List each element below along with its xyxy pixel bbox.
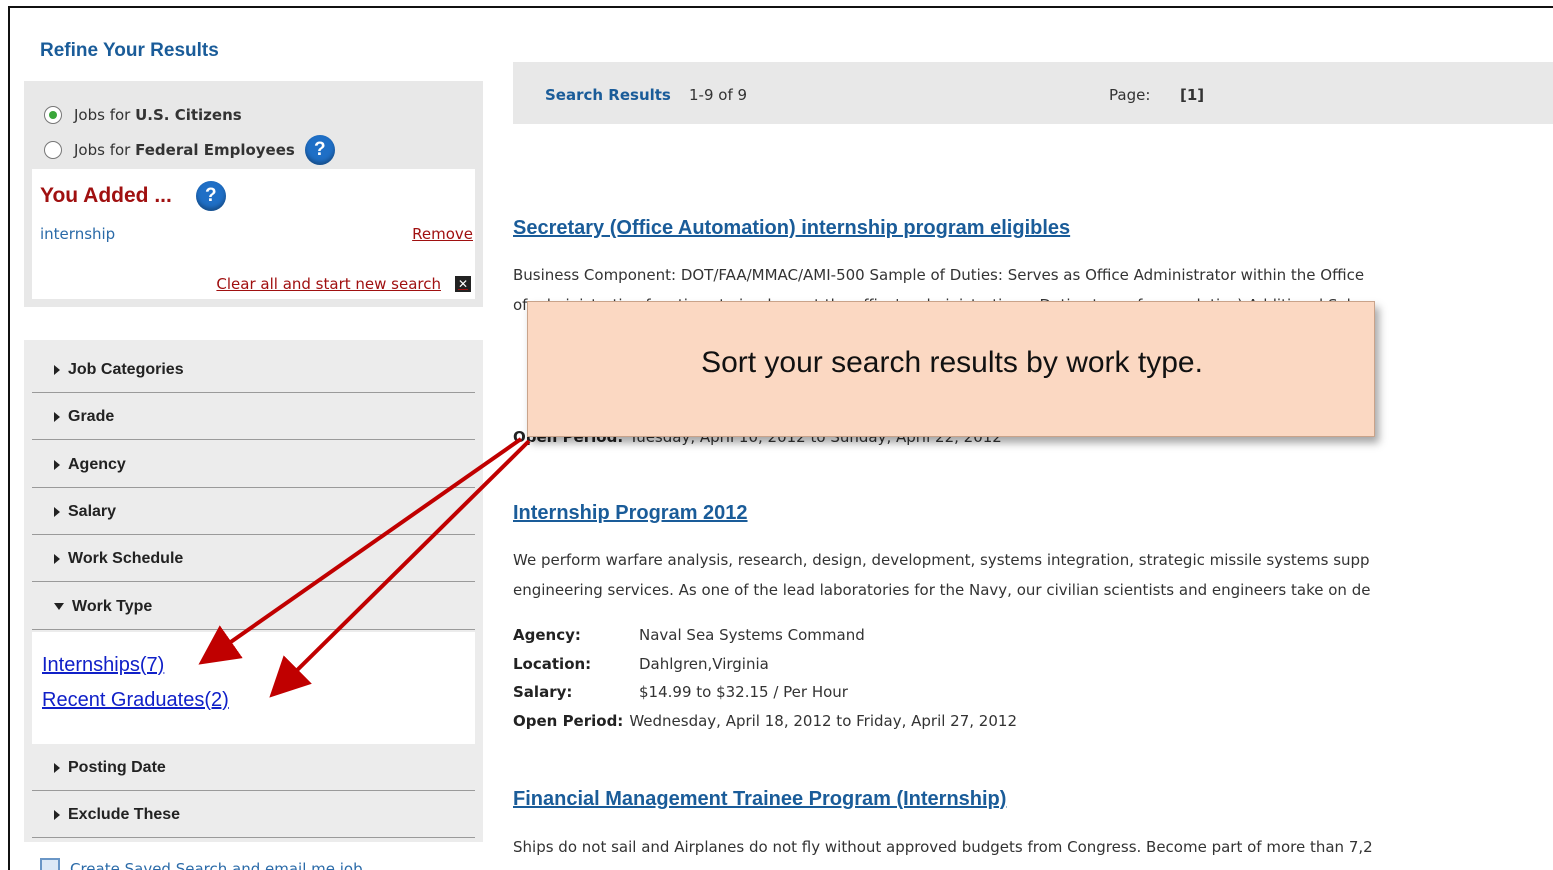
remove-term-link[interactable]: Remove [412,225,473,243]
facet-label: Salary [68,502,117,520]
clear-search-link[interactable]: Clear all and start new search ✕ [216,275,471,293]
facet-work-type[interactable]: Work Type [32,584,475,630]
radio-button-unchecked[interactable] [44,141,62,159]
chevron-right-icon [54,411,60,422]
agency-value: Naval Sea Systems Command [639,626,865,644]
results-range: 1-9 of 9 [689,86,748,104]
job-location: Location: Dahlgren,Virginia [513,655,769,673]
facet-label: Agency [68,455,126,473]
facet-posting-date[interactable]: Posting Date [32,745,475,791]
results-label: Search Results [545,86,671,104]
close-icon[interactable]: ✕ [455,276,471,292]
chevron-right-icon [54,506,60,517]
you-added-heading: You Added ... ? [40,181,226,211]
facet-label: Posting Date [68,758,166,776]
job-title-link[interactable]: Secretary (Office Automation) internship… [513,217,1070,240]
job-description: We perform warfare analysis, research, d… [513,551,1370,569]
chevron-right-icon [54,459,60,470]
tutorial-callout: Sort your search results by work type. [527,301,1375,437]
open-period-value: Wednesday, April 18, 2012 to Friday, Apr… [629,712,1017,730]
facet-salary[interactable]: Salary [32,489,475,535]
page-number[interactable]: [1] [1180,86,1204,104]
you-added-label: You Added ... [40,184,172,207]
chevron-right-icon [54,809,60,820]
facet-grade[interactable]: Grade [32,394,475,440]
facet-work-schedule[interactable]: Work Schedule [32,536,475,582]
radio-us-citizens-prefix: Jobs for [74,106,136,124]
radio-federal-bold: Federal Employees [135,141,295,159]
help-icon[interactable]: ? [304,135,335,165]
facet-label: Exclude These [68,805,181,823]
job-agency: Agency: Naval Sea Systems Command [513,626,865,644]
screenshot-frame: Refine Your Results Jobs for U.S. Citize… [8,6,1553,870]
added-search-term: internship [40,225,116,243]
facet-job-categories[interactable]: Job Categories [32,347,475,393]
facet-label: Work Type [72,597,153,615]
facet-label: Work Schedule [68,549,184,567]
radio-button-checked[interactable] [44,106,62,124]
chevron-down-icon [54,603,64,610]
radio-us-citizens-bold: U.S. Citizens [135,106,242,124]
chevron-right-icon [54,762,60,773]
page-label: Page: [1109,86,1151,104]
callout-text: Sort your search results by work type. [701,346,1203,379]
radio-federal-employees[interactable]: Jobs for Federal Employees ? [44,135,335,165]
facet-label: Job Categories [68,360,184,378]
facet-agency[interactable]: Agency [32,442,475,488]
job-description: Business Component: DOT/FAA/MMAC/AMI-500… [513,266,1365,284]
chevron-right-icon [54,553,60,564]
saved-search-email-link[interactable]: Create Saved Search and email me job [70,860,363,870]
work-type-option-internships[interactable]: Internships(7) [42,654,164,677]
work-type-options: Internships(7) Recent Graduates(2) [32,632,475,744]
job-open-period: Open Period: Wednesday, April 18, 2012 to… [513,712,1017,730]
location-value: Dahlgren,Virginia [639,655,769,673]
you-added-box: You Added ... ? internship Remove Clear … [32,169,475,299]
job-description: engineering services. As one of the lead… [513,581,1371,599]
email-icon [40,858,60,870]
help-icon[interactable]: ? [195,181,226,211]
job-title-link[interactable]: Financial Management Trainee Program (In… [513,788,1006,811]
chevron-right-icon [54,364,60,375]
radio-federal-prefix: Jobs for [74,141,136,159]
work-type-option-recent-graduates[interactable]: Recent Graduates(2) [42,689,229,712]
facet-exclude-these[interactable]: Exclude These [32,792,475,838]
location-label: Location: [513,655,592,673]
agency-label: Agency: [513,626,581,644]
salary-label: Salary: [513,683,573,701]
radio-us-citizens[interactable]: Jobs for U.S. Citizens [44,106,242,124]
refine-title: Refine Your Results [40,40,219,61]
facet-label: Grade [68,407,115,425]
clear-search-label: Clear all and start new search [216,275,441,293]
facet-list: Job Categories Grade Agency Salary Work … [24,340,483,842]
job-description: Ships do not sail and Airplanes do not f… [513,838,1373,856]
salary-value: $14.99 to $32.15 / Per Hour [639,683,848,701]
open-period-label: Open Period: [513,712,624,730]
job-salary: Salary: $14.99 to $32.15 / Per Hour [513,683,848,701]
job-title-link[interactable]: Internship Program 2012 [513,502,748,525]
job-description: Our efforts help ensure every taxpayer d… [513,862,1198,870]
results-header: Search Results 1-9 of 9 Page: [1] [513,62,1553,124]
